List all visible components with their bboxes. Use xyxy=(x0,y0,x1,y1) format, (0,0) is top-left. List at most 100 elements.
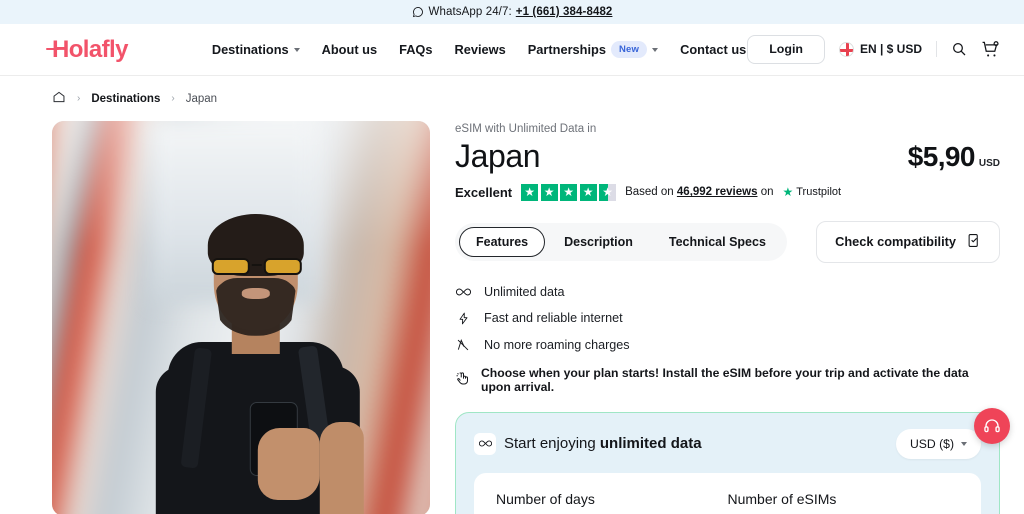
breadcrumb: › Destinations › Japan xyxy=(0,76,1024,107)
breadcrumb-destinations[interactable]: Destinations xyxy=(91,93,160,105)
star-icon: ★ xyxy=(540,183,558,201)
login-button[interactable]: Login xyxy=(747,34,825,65)
check-compatibility-label: Check compatibility xyxy=(835,234,956,250)
person-arm xyxy=(319,421,364,514)
nav-item-reviews[interactable]: Reviews xyxy=(455,42,506,57)
based-on-prefix: Based on xyxy=(625,186,674,199)
plan-start-note: Choose when your plan starts! Install th… xyxy=(455,366,1000,394)
feature-label: Fast and reliable internet xyxy=(484,311,623,326)
feature-item: Fast and reliable internet xyxy=(455,311,1000,326)
number-of-days-title: Number of days xyxy=(496,490,595,507)
nav-label: Contact us xyxy=(680,42,747,57)
main-nav: Destinations About us FAQs Reviews Partn… xyxy=(212,41,746,58)
person-beard xyxy=(215,277,296,336)
cart-icon[interactable] xyxy=(981,40,1000,59)
star-icon: ★ xyxy=(521,183,539,201)
trustpilot-stars: ★ ★ ★ ★ ★ xyxy=(521,183,617,201)
breadcrumb-separator: › xyxy=(171,93,175,104)
star-icon: ★ xyxy=(579,183,597,201)
language-currency-label: EN | $ USD xyxy=(859,42,922,57)
tab-technical-specs[interactable]: Technical Specs xyxy=(652,227,783,257)
infinity-icon xyxy=(455,287,471,297)
site-header: Holafly Destinations About us FAQs Revie… xyxy=(0,24,1024,76)
product-tabs: Features Description Technical Specs xyxy=(455,222,787,261)
product-details: eSIM with Unlimited Data in Japan $5,90 … xyxy=(455,121,1000,514)
reviews-count-link[interactable]: 46,992 reviews xyxy=(677,186,758,198)
number-of-esims-column: Number of eSIMs How many travelers? xyxy=(728,491,960,514)
trustpilot-logo: ★ Trustpilot xyxy=(782,185,841,199)
feature-label: Unlimited data xyxy=(484,284,565,299)
nav-item-destinations[interactable]: Destinations xyxy=(212,42,300,57)
feature-label: No more roaming charges xyxy=(484,337,630,352)
product-eyebrow: eSIM with Unlimited Data in xyxy=(455,123,597,135)
feature-item: Unlimited data xyxy=(455,285,1000,299)
star-icon: ★ xyxy=(560,183,578,201)
currency-select[interactable]: USD ($) xyxy=(895,428,981,459)
lightning-bolt-icon xyxy=(455,311,471,326)
page-title: Japan xyxy=(455,138,541,174)
title-price-row: Japan $5,90 USD xyxy=(455,138,1000,175)
nav-label: Partnerships xyxy=(527,42,606,57)
whatsapp-phone-link[interactable]: +1 (661) 384-8482 xyxy=(516,6,613,18)
sunglasses xyxy=(210,257,304,275)
feature-item: No more roaming charges xyxy=(455,338,1000,352)
price-amount: $5,90 xyxy=(907,140,976,172)
product-tabs-row: Features Description Technical Specs Che… xyxy=(455,220,1000,263)
nav-label: FAQs xyxy=(399,42,433,57)
whatsapp-label: WhatsApp 24/7: xyxy=(428,6,512,18)
price-currency: USD xyxy=(978,157,1000,169)
breadcrumb-current: Japan xyxy=(185,92,218,105)
plan-options-panel: Number of days More days, lower daily pr… xyxy=(474,472,981,514)
trustpilot-reviews-text: Based on 46,992 reviews on xyxy=(625,186,773,198)
whatsapp-icon xyxy=(412,6,424,18)
price-block: $5,90 USD xyxy=(908,141,1000,175)
tab-description[interactable]: Description xyxy=(547,227,650,257)
search-icon[interactable] xyxy=(951,41,967,57)
person-mouth xyxy=(241,287,270,299)
plan-title-bold: unlimited data xyxy=(599,435,702,453)
tab-features[interactable]: Features xyxy=(459,226,546,257)
currency-select-value: USD ($) xyxy=(909,436,954,451)
nav-item-faqs[interactable]: FAQs xyxy=(399,42,432,57)
plan-configurator-card: Start enjoying unlimited data USD ($) Nu… xyxy=(455,411,1000,514)
check-compatibility-button[interactable]: Check compatibility xyxy=(816,220,1000,263)
chevron-down-icon xyxy=(961,442,967,447)
nav-item-contact-us[interactable]: Contact us xyxy=(680,42,746,57)
plan-card-title: Start enjoying unlimited data xyxy=(504,435,702,452)
uk-flag-icon xyxy=(838,41,854,57)
whatsapp-topbar: WhatsApp 24/7: +1 (661) 384-8482 xyxy=(0,0,1024,24)
feature-list: Unlimited data Fast and reliable interne… xyxy=(455,285,1000,352)
trustpilot-rating: Excellent ★ ★ ★ ★ ★ Based on 46,992 revi… xyxy=(455,183,1000,201)
photo-person xyxy=(140,213,370,514)
nav-label: Reviews xyxy=(454,42,506,57)
tap-hand-icon xyxy=(455,370,470,389)
plan-start-note-text: Choose when your plan starts! Install th… xyxy=(481,365,969,394)
plan-title-prefix: Start enjoying xyxy=(504,435,600,453)
holafly-logo[interactable]: Holafly xyxy=(46,37,128,62)
chevron-down-icon xyxy=(652,48,659,52)
chevron-down-icon xyxy=(293,48,300,52)
trustpilot-rating-word: Excellent xyxy=(455,184,513,200)
nav-item-about-us[interactable]: About us xyxy=(322,42,377,57)
product-main: eSIM with Unlimited Data in Japan $5,90 … xyxy=(0,107,1024,514)
nav-label: Destinations xyxy=(211,42,289,57)
product-hero-image xyxy=(52,121,430,514)
star-half-icon: ★ xyxy=(599,183,617,201)
plan-card-header: Start enjoying unlimited data USD ($) xyxy=(474,428,981,459)
header-divider xyxy=(936,41,937,58)
person-hand xyxy=(257,427,320,500)
home-icon[interactable] xyxy=(52,90,66,107)
number-of-days-column: Number of days More days, lower daily pr… xyxy=(496,491,728,514)
device-check-icon xyxy=(966,233,981,251)
no-roaming-icon xyxy=(455,338,471,352)
nav-badge-new: New xyxy=(610,41,648,58)
header-actions: Login EN | $ USD xyxy=(747,34,1000,65)
trustpilot-star-icon: ★ xyxy=(782,185,794,200)
support-chat-button[interactable] xyxy=(974,408,1010,444)
number-of-esims-title: Number of eSIMs xyxy=(727,490,837,507)
infinity-icon xyxy=(474,432,496,455)
nav-item-partnerships[interactable]: Partnerships New xyxy=(527,41,659,58)
language-currency-selector[interactable]: EN | $ USD xyxy=(838,41,922,57)
breadcrumb-separator: › xyxy=(77,93,81,104)
on-text: on xyxy=(760,186,774,199)
